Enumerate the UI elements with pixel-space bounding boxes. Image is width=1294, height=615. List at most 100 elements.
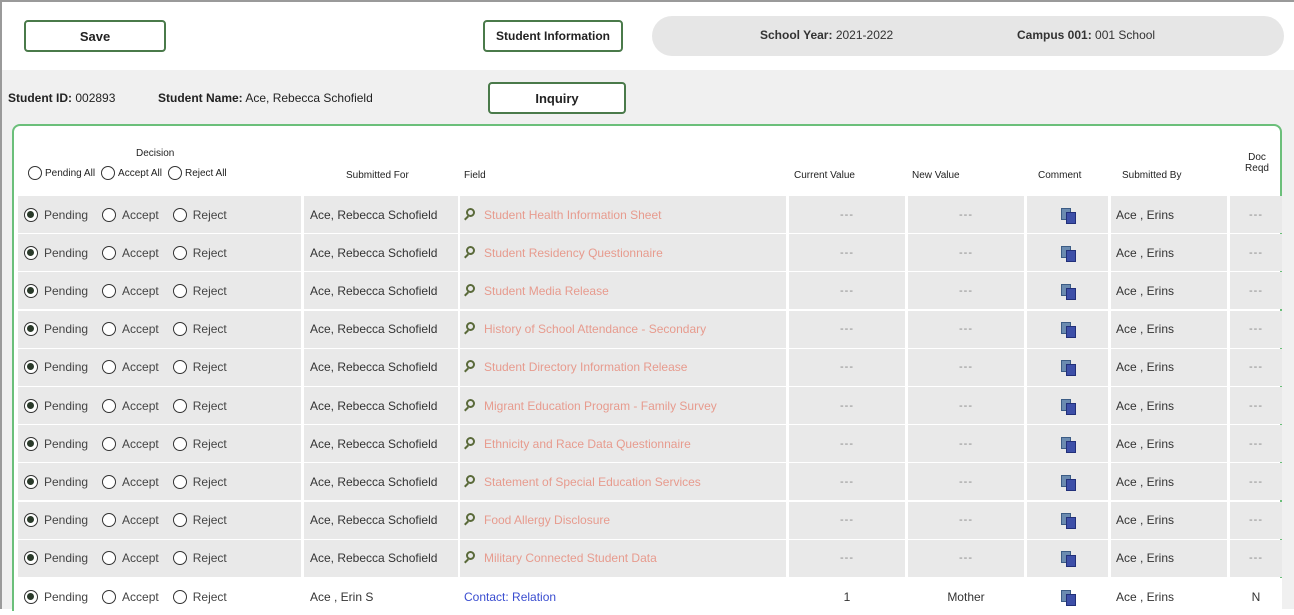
pending-option[interactable]: Pending (24, 360, 88, 375)
magnifier-icon[interactable] (464, 245, 478, 260)
accept-option[interactable]: Accept (102, 589, 159, 604)
reject-option[interactable]: Reject (172, 551, 227, 566)
reject-radio[interactable] (172, 398, 187, 413)
reject-option[interactable]: Reject (172, 360, 227, 375)
field-link[interactable]: Student Residency Questionnaire (484, 246, 663, 260)
student-information-button[interactable]: Student Information (483, 20, 623, 52)
pending-all-radio[interactable] (28, 166, 42, 180)
reject-option[interactable]: Reject (172, 245, 227, 260)
reject-radio[interactable] (172, 207, 187, 222)
comment-document-icon[interactable] (1060, 245, 1076, 262)
comment-document-icon[interactable] (1060, 360, 1076, 377)
reject-radio[interactable] (172, 360, 187, 375)
accept-radio[interactable] (102, 474, 117, 489)
pending-radio[interactable] (24, 398, 38, 413)
reject-option[interactable]: Reject (172, 474, 227, 489)
accept-radio[interactable] (102, 245, 117, 260)
pending-option[interactable]: Pending (24, 283, 88, 298)
magnifier-icon[interactable] (464, 513, 478, 527)
pending-option[interactable]: Pending (24, 322, 88, 337)
reject-option[interactable]: Reject (172, 436, 227, 451)
field-link[interactable]: Statement of Special Education Services (484, 475, 701, 489)
magnifier-icon[interactable] (464, 551, 478, 565)
reject-radio[interactable] (172, 322, 187, 337)
magnifier-icon[interactable] (464, 207, 478, 222)
accept-radio[interactable] (102, 322, 117, 337)
reject-option[interactable]: Reject (172, 589, 227, 604)
comment-document-icon[interactable] (1060, 207, 1076, 224)
reject-radio[interactable] (172, 513, 187, 528)
reject-radio[interactable] (172, 474, 187, 489)
field-link[interactable]: Migrant Education Program - Family Surve… (484, 399, 717, 413)
pending-radio[interactable] (24, 513, 38, 528)
pending-radio[interactable] (24, 436, 38, 451)
comment-document-icon[interactable] (1060, 283, 1076, 300)
accept-radio[interactable] (102, 398, 117, 413)
field-link[interactable]: Ethnicity and Race Data Questionnaire (484, 437, 691, 451)
comment-document-icon[interactable] (1060, 513, 1076, 530)
reject-radio[interactable] (172, 436, 187, 451)
reject-option[interactable]: Reject (172, 322, 227, 337)
pending-radio[interactable] (24, 207, 38, 222)
accept-option[interactable]: Accept (102, 207, 159, 222)
pending-option[interactable]: Pending (24, 551, 88, 566)
accept-option[interactable]: Accept (102, 436, 159, 451)
accept-option[interactable]: Accept (102, 322, 159, 337)
field-link[interactable]: Student Media Release (484, 284, 609, 298)
pending-option[interactable]: Pending (24, 245, 88, 260)
field-link[interactable]: Student Directory Information Release (484, 360, 687, 374)
comment-document-icon[interactable] (1060, 398, 1076, 415)
accept-option[interactable]: Accept (102, 474, 159, 489)
reject-radio[interactable] (172, 589, 187, 604)
pending-radio[interactable] (24, 322, 38, 337)
accept-radio[interactable] (102, 283, 117, 298)
magnifier-icon[interactable] (464, 360, 478, 374)
reject-radio[interactable] (172, 551, 187, 566)
reject-option[interactable]: Reject (172, 513, 227, 528)
pending-radio[interactable] (24, 360, 38, 375)
pending-option[interactable]: Pending (24, 474, 88, 489)
accept-all-radio[interactable] (101, 166, 116, 180)
reject-option[interactable]: Reject (172, 283, 227, 298)
accept-option[interactable]: Accept (102, 398, 159, 413)
accept-option[interactable]: Accept (102, 245, 159, 260)
accept-option[interactable]: Accept (102, 283, 159, 298)
pending-option[interactable]: Pending (24, 436, 88, 451)
pending-option[interactable]: Pending (24, 207, 88, 222)
field-link[interactable]: Military Connected Student Data (484, 551, 657, 565)
pending-radio[interactable] (24, 589, 38, 604)
save-button[interactable]: Save (24, 20, 166, 52)
field-link[interactable]: Contact: Relation (464, 590, 556, 604)
accept-radio[interactable] (102, 551, 117, 566)
pending-radio[interactable] (24, 283, 38, 298)
comment-document-icon[interactable] (1060, 474, 1076, 491)
accept-radio[interactable] (102, 360, 117, 375)
accept-option[interactable]: Accept (102, 360, 159, 375)
accept-radio[interactable] (102, 436, 117, 451)
field-link[interactable]: Student Health Information Sheet (484, 208, 661, 222)
pending-radio[interactable] (24, 551, 38, 566)
field-link[interactable]: Food Allergy Disclosure (484, 513, 610, 527)
magnifier-icon[interactable] (464, 474, 478, 489)
comment-document-icon[interactable] (1060, 589, 1076, 606)
reject-radio[interactable] (172, 245, 187, 260)
pending-option[interactable]: Pending (24, 513, 88, 528)
accept-option[interactable]: Accept (102, 551, 159, 566)
pending-radio[interactable] (24, 245, 38, 260)
reject-radio[interactable] (172, 283, 187, 298)
pending-option[interactable]: Pending (24, 589, 88, 604)
accept-radio[interactable] (102, 513, 117, 528)
accept-option[interactable]: Accept (102, 513, 159, 528)
inquiry-button[interactable]: Inquiry (488, 82, 626, 114)
reject-option[interactable]: Reject (172, 207, 227, 222)
accept-radio[interactable] (102, 589, 117, 604)
comment-document-icon[interactable] (1060, 436, 1076, 453)
reject-all-radio[interactable] (167, 166, 182, 180)
reject-option[interactable]: Reject (172, 398, 227, 413)
comment-document-icon[interactable] (1060, 322, 1076, 339)
magnifier-icon[interactable] (464, 322, 478, 336)
accept-radio[interactable] (102, 207, 117, 222)
comment-document-icon[interactable] (1060, 551, 1076, 568)
field-link[interactable]: History of School Attendance - Secondary (484, 322, 706, 336)
magnifier-icon[interactable] (464, 436, 478, 451)
